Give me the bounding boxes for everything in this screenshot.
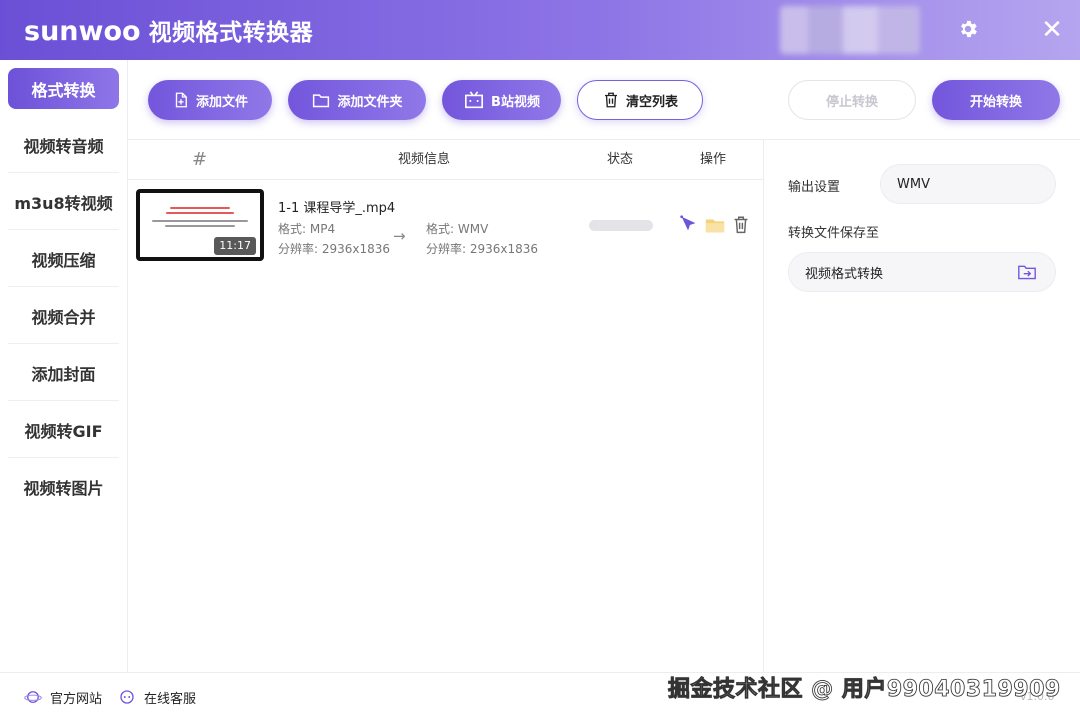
planet-icon [24, 691, 42, 703]
arrow-right-icon: → [393, 227, 406, 245]
target-format: 格式: WMV [426, 222, 489, 236]
sidebar-item-video-to-image[interactable]: 视频转图片 [8, 459, 119, 515]
header-status: 状态 [607, 152, 634, 167]
sidebar-item-video-merge[interactable]: 视频合并 [8, 288, 119, 344]
sidebar-item-video-compress[interactable]: 视频压缩 [8, 231, 119, 287]
blurred-region [780, 6, 920, 54]
duration-badge: 11:17 [214, 237, 256, 255]
bilibili-video-button[interactable]: B站视频 [442, 80, 561, 120]
sidebar: 格式转换 视频转音频 m3u8转视频 视频压缩 视频合并 添加封面 视频转GIF… [0, 60, 128, 672]
change-folder-icon[interactable] [1017, 263, 1037, 281]
source-format: 格式: MP4 [278, 222, 336, 236]
sidebar-item-video-to-audio[interactable]: 视频转音频 [8, 117, 119, 173]
watermark-text: 掘金技术社区 @ 用户99040319909 [668, 677, 1061, 703]
save-path-field[interactable]: 视频格式转换 [788, 252, 1056, 292]
cursor-pointer-icon[interactable] [678, 214, 700, 236]
start-convert-label: 开始转换 [969, 94, 1022, 110]
bilibili-label: B站视频 [491, 94, 540, 110]
title-bar: sunwoo 视频格式转换器 ✕ [0, 0, 1080, 60]
delete-icon[interactable] [730, 214, 752, 236]
file-name: 1-1 课程导学_.mp4 [278, 201, 396, 216]
sidebar-item-add-cover[interactable]: 添加封面 [8, 345, 119, 401]
video-thumbnail[interactable]: 11:17 [136, 189, 264, 261]
folder-icon [313, 94, 330, 108]
clear-list-label: 清空列表 [625, 94, 678, 110]
stop-convert-button[interactable]: 停止转换 [788, 80, 916, 120]
output-format-select[interactable]: WMV [880, 164, 1056, 204]
sidebar-item-video-to-gif[interactable]: 视频转GIF [8, 402, 119, 458]
add-file-icon [175, 92, 187, 108]
app-title: 视频格式转换器 [148, 20, 314, 46]
close-icon[interactable]: ✕ [1040, 16, 1064, 44]
open-folder-icon[interactable] [704, 214, 726, 236]
support-icon [120, 690, 134, 704]
panel-divider [763, 140, 764, 672]
status-progress-bar [589, 220, 653, 231]
add-file-button[interactable]: 添加文件 [148, 80, 272, 120]
clear-list-button[interactable]: 清空列表 [577, 80, 703, 120]
source-resolution: 分辨率: 2936x1836 [278, 242, 391, 256]
header-index: # [192, 149, 208, 170]
app-logo: sunwoo [24, 16, 141, 47]
sidebar-item-m3u8-to-video[interactable]: m3u8转视频 [8, 174, 119, 230]
trash-icon [604, 92, 617, 108]
output-settings-label: 输出设置 [788, 180, 841, 195]
start-convert-button[interactable]: 开始转换 [932, 80, 1060, 120]
stop-convert-label: 停止转换 [825, 94, 878, 110]
bilibili-icon [465, 91, 484, 109]
add-folder-label: 添加文件夹 [337, 94, 403, 110]
save-to-label: 转换文件保存至 [788, 226, 880, 241]
settings-gear-icon[interactable] [956, 18, 980, 42]
add-file-label: 添加文件 [195, 94, 248, 110]
official-website-link[interactable]: 官方网站 [24, 686, 102, 708]
online-support-label: 在线客服 [144, 691, 197, 707]
app-brand: sunwoo 视频格式转换器 [24, 13, 313, 47]
header-video-info: 视频信息 [398, 152, 451, 167]
add-folder-button[interactable]: 添加文件夹 [288, 80, 426, 120]
target-resolution: 分辨率: 2936x1836 [426, 242, 539, 256]
header-action: 操作 [700, 152, 727, 167]
sidebar-item-format-convert[interactable]: 格式转换 [8, 68, 119, 109]
save-path-value: 视频格式转换 [805, 266, 884, 282]
official-website-label: 官方网站 [50, 691, 103, 707]
online-support-link[interactable]: 在线客服 [118, 686, 196, 708]
list-header: # 视频信息 状态 操作 [128, 140, 763, 180]
